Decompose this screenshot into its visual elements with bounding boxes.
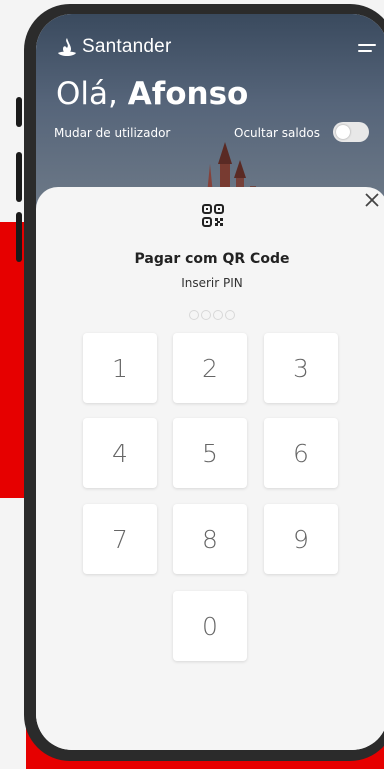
santander-flame-icon	[58, 38, 76, 56]
phone-volume-down-button	[16, 212, 22, 262]
toggle-knob	[336, 125, 350, 139]
phone-screen: Santander Olá, Afonso Mudar de utilizado…	[36, 14, 384, 750]
hide-balances-label: Ocultar saldos	[234, 126, 320, 140]
keypad-key-9[interactable]: 9	[264, 504, 338, 574]
keypad-key-2[interactable]: 2	[173, 333, 247, 403]
greeting-name: Afonso	[127, 76, 249, 112]
keypad-key-4[interactable]: 4	[83, 418, 157, 488]
pin-dot	[201, 310, 211, 320]
keypad-key-5[interactable]: 5	[173, 418, 247, 488]
brand-logo: Santander	[56, 36, 171, 58]
phone-side-button	[16, 97, 22, 127]
greeting: Olá, Afonso	[56, 76, 248, 112]
modal-subtitle: Inserir PIN	[181, 276, 243, 290]
keypad-key-8[interactable]: 8	[173, 504, 247, 574]
keypad-key-0[interactable]: 0	[173, 591, 247, 661]
pin-dot	[189, 310, 199, 320]
keypad-key-3[interactable]: 3	[264, 333, 338, 403]
phone-volume-up-button	[16, 152, 22, 202]
menu-icon[interactable]	[358, 44, 376, 58]
close-icon[interactable]	[364, 192, 380, 208]
keypad-key-1[interactable]: 1	[83, 333, 157, 403]
hide-balances-toggle[interactable]	[333, 122, 369, 142]
qr-code-icon	[202, 204, 224, 227]
greeting-prefix: Olá,	[56, 76, 128, 112]
pin-dot	[225, 310, 235, 320]
keypad-key-6[interactable]: 6	[264, 418, 338, 488]
switch-user-link[interactable]: Mudar de utilizador	[54, 126, 170, 140]
pin-indicator	[36, 310, 384, 320]
pin-dot	[213, 310, 223, 320]
keypad-key-7[interactable]: 7	[83, 504, 157, 574]
phone-frame: Santander Olá, Afonso Mudar de utilizado…	[24, 4, 384, 761]
modal-title: Pagar com QR Code	[134, 251, 290, 267]
brand-name: Santander	[82, 36, 172, 57]
